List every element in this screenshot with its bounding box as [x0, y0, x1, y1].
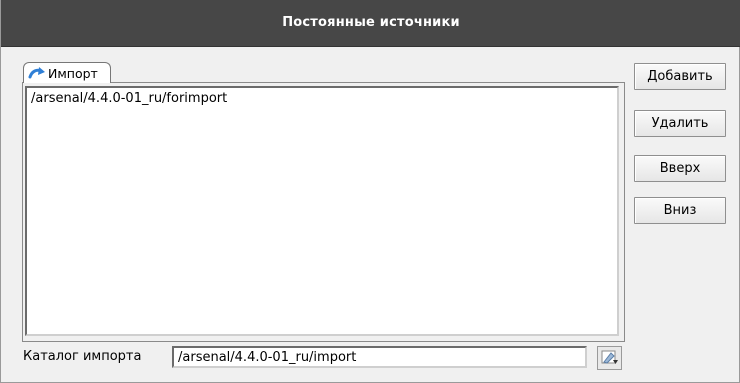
- list-item[interactable]: /arsenal/4.4.0-01_ru/forimport: [27, 88, 617, 107]
- title-bar[interactable]: Постоянные источники: [1, 0, 740, 47]
- import-dir-label: Каталог импорта: [23, 349, 142, 364]
- move-up-button[interactable]: Вверх: [634, 155, 726, 182]
- import-dir-input[interactable]: [172, 346, 587, 368]
- tab-import-label: Импорт: [48, 65, 98, 81]
- folder-browse-icon: [601, 349, 619, 368]
- move-down-button[interactable]: Вниз: [634, 197, 726, 224]
- window-title: Постоянные источники: [282, 15, 460, 30]
- add-button[interactable]: Добавить: [634, 63, 726, 90]
- tab-import[interactable]: Импорт: [23, 62, 111, 83]
- delete-button[interactable]: Удалить: [634, 110, 726, 137]
- sources-list[interactable]: /arsenal/4.4.0-01_ru/forimport: [25, 86, 619, 336]
- import-arrow-icon: [26, 67, 48, 79]
- browse-button[interactable]: [597, 346, 622, 370]
- dialog-window: Постоянные источники Импорт /arsenal/4.4…: [0, 0, 740, 383]
